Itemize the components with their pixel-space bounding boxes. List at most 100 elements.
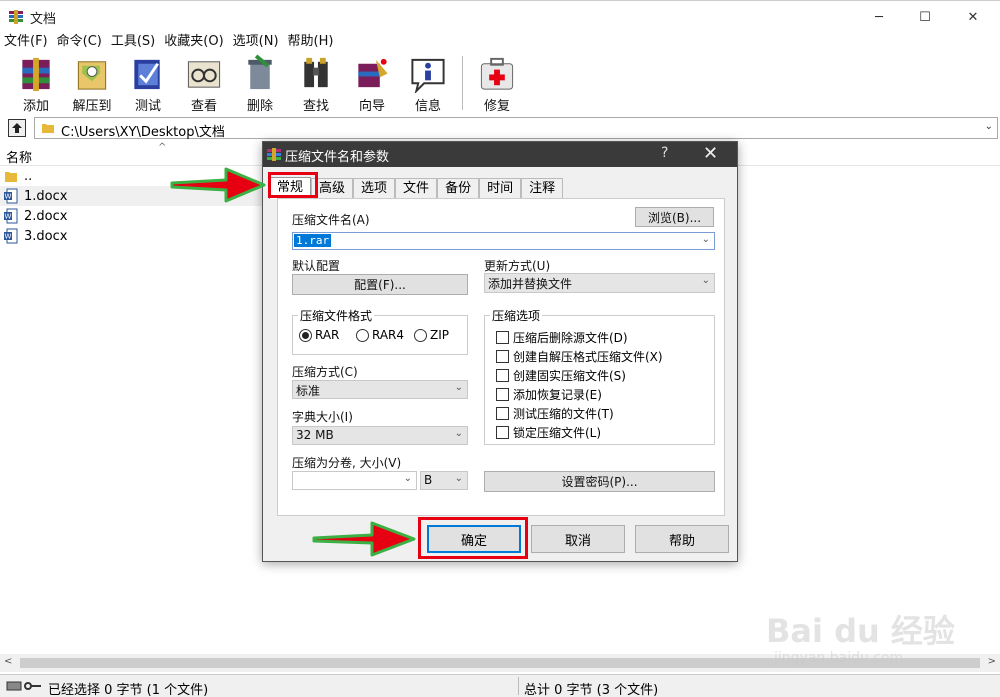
up-folder-button[interactable] [8,119,26,137]
maximize-button[interactable]: ☐ [902,5,948,29]
watermark: Bai du 经验 jingyan.baidu.com [766,606,988,666]
minimize-icon: ─ [875,9,883,25]
check-delete-after[interactable]: 压缩后删除源文件(D) [496,329,628,346]
method-select[interactable]: 标准 ⌄ [292,380,468,399]
tab-time[interactable]: 时间 [479,178,522,198]
tab-options[interactable]: 选项 [353,178,396,198]
word-document-icon: W [4,228,18,244]
check-recovery[interactable]: 添加恢复记录(E) [496,386,602,403]
watermark-url: jingyan.baidu.com [774,650,904,666]
tab-comment[interactable]: 注释 [521,178,564,198]
profiles-button[interactable]: 配置(F)... [292,274,468,295]
archive-dialog: 压缩文件名和参数 ? ✕ 常规 高级 选项 文件 备份 时间 注释 压缩文件名(… [262,141,738,562]
minimize-button[interactable]: ─ [856,5,902,29]
wizard-icon [358,58,388,88]
title-bar: 文档 ─ ☐ ✕ [0,0,1000,32]
maximize-icon: ☐ [919,9,931,25]
svg-text:W: W [5,213,12,221]
browse-button[interactable]: 浏览(B)... [635,207,714,227]
method-label: 压缩方式(C) [292,365,358,379]
add-archive-icon [22,57,50,92]
menu-favorites[interactable]: 收藏夹(O) [164,32,223,52]
dictionary-select[interactable]: 32 MB ⌄ [292,426,468,445]
check-sfx[interactable]: 创建自解压格式压缩文件(X) [496,348,663,365]
radio-rar[interactable]: RAR [299,328,339,342]
toolbar-info-button[interactable]: 信息 [400,52,456,114]
default-profile-label: 默认配置 [292,259,341,273]
dialog-close-button[interactable]: ✕ [703,143,718,164]
toolbar-view-button[interactable]: 查看 [176,52,232,114]
menu-options[interactable]: 选项(N) [233,32,279,52]
menu-tools[interactable]: 工具(S) [111,32,155,52]
highlight-ok-button [418,517,528,559]
status-divider [518,677,519,695]
path-dropdown-icon[interactable]: ⌄ [985,121,993,132]
word-document-icon: W [4,208,18,224]
toolbar-delete-button[interactable]: 删除 [232,52,288,114]
check-solid[interactable]: 创建固实压缩文件(S) [496,367,626,384]
menu-file[interactable]: 文件(F) [4,32,48,52]
radio-rar4[interactable]: RAR4 [356,328,404,342]
dictionary-label: 字典大小(I) [292,410,353,424]
archive-name-input[interactable]: 1.rar ⌄ [292,232,715,250]
chevron-down-icon: ⌄ [403,473,412,484]
toolbar-add-button[interactable]: 添加 [8,52,64,114]
column-name[interactable]: 名称 [6,147,32,166]
chevron-down-icon: ⌄ [454,428,463,439]
tab-files[interactable]: 文件 [395,178,438,198]
delete-icon [248,54,272,90]
dialog-help-button[interactable]: ? [661,145,668,161]
scroll-right-icon[interactable]: > [988,656,996,667]
svg-text:W: W [5,233,12,241]
split-size-input[interactable]: ⌄ [292,471,417,490]
status-bar: 已经选择 0 字节 (1 个文件) 总计 0 字节 (3 个文件) [0,674,1000,697]
check-test[interactable]: 测试压缩的文件(T) [496,405,614,422]
set-password-button[interactable]: 设置密码(P)... [484,471,715,492]
winrar-dialog-icon [267,148,281,161]
check-lock[interactable]: 锁定压缩文件(L) [496,424,601,441]
menu-help[interactable]: 帮助(H) [288,32,334,52]
view-icon [187,61,221,88]
toolbar-separator [462,56,463,110]
update-mode-label: 更新方式(U) [484,259,551,273]
radio-zip[interactable]: ZIP [414,328,449,342]
path-field[interactable]: C:\Users\XY\Desktop\文档 ⌄ [34,117,998,140]
dialog-title-bar: 压缩文件名和参数 ? ✕ [263,142,737,167]
cancel-button[interactable]: 取消 [531,525,625,553]
repair-icon [480,57,514,90]
toolbar: 添加 解压到 测试 查看 删除 查找 向导 信息 修复 [0,52,1000,114]
archive-name-label: 压缩文件名(A) [292,213,370,227]
parent-folder-icon [5,172,17,182]
extract-to-icon [77,61,107,90]
format-group: 压缩文件格式 RAR RAR4 ZIP [292,307,468,355]
window-title: 文档 [30,12,57,27]
toolbar-find-button[interactable]: 查找 [288,52,344,114]
toolbar-wizard-button[interactable]: 向导 [344,52,400,114]
path-text: C:\Users\XY\Desktop\文档 [61,125,225,140]
dialog-title: 压缩文件名和参数 [285,150,390,165]
folder-icon [42,124,54,133]
update-mode-select[interactable]: 添加并替换文件 ⌄ [484,273,715,293]
toolbar-test-button[interactable]: 测试 [120,52,176,114]
address-bar: C:\Users\XY\Desktop\文档 ⌄ [0,116,1000,140]
toolbar-extract-button[interactable]: 解压到 [64,52,120,114]
toolbar-repair-button[interactable]: 修复 [469,52,525,114]
menu-bar: 文件(F) 命令(C) 工具(S) 收藏夹(O) 选项(N) 帮助(H) [0,32,1000,52]
sort-ascending-icon: ^ [158,142,167,153]
watermark-brand: Bai du 经验 [766,612,955,650]
archive-name-value: 1.rar [294,234,332,247]
status-selected: 已经选择 0 字节 (1 个文件) [48,683,209,697]
close-button[interactable]: ✕ [950,5,996,29]
menu-commands[interactable]: 命令(C) [57,32,102,52]
general-panel: 压缩文件名(A) 浏览(B)... 1.rar ⌄ 默认配置 配置(F)... … [277,198,725,516]
word-document-icon: W [4,188,18,204]
scroll-left-icon[interactable]: < [4,656,12,667]
split-unit-select[interactable]: B ⌄ [420,471,468,490]
archive-name-dropdown-icon[interactable]: ⌄ [702,234,710,245]
archiving-options-group: 压缩选项 压缩后删除源文件(D) 创建自解压格式压缩文件(X) 创建固实压缩文件… [484,307,715,445]
up-arrow-icon [12,123,22,133]
find-icon [304,57,328,88]
help-button[interactable]: 帮助 [635,525,729,553]
tab-backup[interactable]: 备份 [437,178,480,198]
winrar-app-icon [9,10,23,24]
